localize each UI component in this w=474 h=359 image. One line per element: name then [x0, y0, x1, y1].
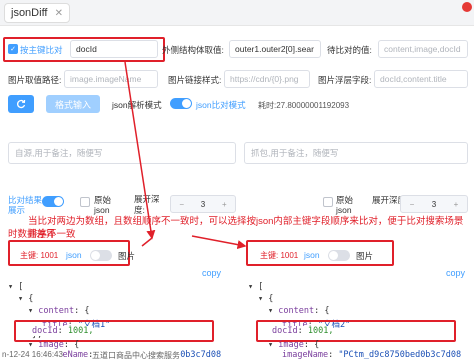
arrow-to-left-key [124, 61, 156, 240]
arrow-to-right-key [191, 235, 247, 250]
arrow-tail [141, 237, 153, 247]
annotation-arrows [124, 61, 247, 250]
